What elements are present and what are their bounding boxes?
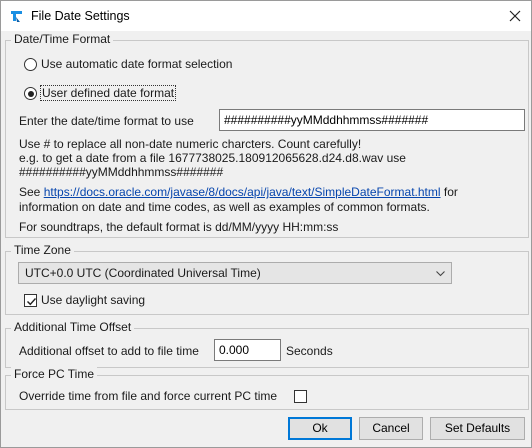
close-button[interactable] bbox=[499, 3, 531, 29]
offset-label: Additional offset to add to file time bbox=[19, 344, 199, 358]
force-pc-time-checkbox[interactable] bbox=[294, 390, 307, 403]
help-text-line3: ##########yyMMddhhmmss####### bbox=[19, 165, 224, 179]
app-logo-icon bbox=[9, 8, 25, 24]
time-zone-value: UTC+0.0 UTC (Coordinated Universal Time) bbox=[25, 266, 261, 280]
additional-offset-title: Additional Time Offset bbox=[11, 320, 135, 335]
simpledateformat-link[interactable]: https://docs.oracle.com/javase/8/docs/ap… bbox=[44, 185, 441, 199]
cancel-button[interactable]: Cancel bbox=[359, 417, 423, 440]
offset-input[interactable]: 0.000 bbox=[214, 339, 281, 361]
force-pc-time-panel: Force PC Time Override time from file an… bbox=[5, 367, 529, 410]
dialog-body: Date/Time Format Use automatic date form… bbox=[0, 31, 532, 448]
help-text-line2: e.g. to get a date from a file 167773802… bbox=[19, 151, 406, 165]
user-format-radio[interactable] bbox=[24, 87, 37, 100]
see-reference-line2: information on date and time codes, as w… bbox=[19, 200, 430, 214]
help-text-line1: Use # to replace all non-date numeric ch… bbox=[19, 137, 362, 151]
daylight-saving-checkbox[interactable] bbox=[24, 294, 37, 307]
window-title: File Date Settings bbox=[31, 9, 130, 23]
user-format-label[interactable]: User defined date format bbox=[39, 85, 177, 101]
time-zone-title: Time Zone bbox=[11, 243, 74, 258]
date-format-input[interactable]: ##########yyMMddhhmmss####### bbox=[219, 109, 525, 131]
additional-offset-panel: Additional Time Offset Additional offset… bbox=[5, 320, 529, 368]
auto-format-radio[interactable] bbox=[24, 58, 37, 71]
close-icon bbox=[509, 10, 521, 22]
title-bar[interactable]: File Date Settings bbox=[0, 0, 532, 31]
soundtraps-note: For soundtraps, the default format is dd… bbox=[19, 220, 339, 234]
time-zone-select[interactable]: UTC+0.0 UTC (Coordinated Universal Time) bbox=[18, 262, 452, 284]
chevron-down-icon bbox=[436, 271, 445, 277]
see-prefix: See bbox=[19, 185, 44, 199]
set-defaults-button[interactable]: Set Defaults bbox=[430, 417, 525, 440]
format-field-label: Enter the date/time format to use bbox=[19, 114, 194, 128]
date-time-format-panel: Date/Time Format Use automatic date form… bbox=[5, 32, 529, 238]
ok-button[interactable]: Ok bbox=[288, 417, 352, 440]
force-pc-time-label: Override time from file and force curren… bbox=[19, 389, 278, 403]
see-reference-line: See https://docs.oracle.com/javase/8/doc… bbox=[19, 185, 458, 199]
auto-format-label[interactable]: Use automatic date format selection bbox=[41, 57, 232, 71]
see-suffix: for bbox=[440, 185, 458, 199]
time-zone-panel: Time Zone UTC+0.0 UTC (Coordinated Unive… bbox=[5, 243, 529, 315]
daylight-saving-label[interactable]: Use daylight saving bbox=[41, 293, 145, 307]
offset-unit: Seconds bbox=[286, 344, 333, 358]
date-time-format-title: Date/Time Format bbox=[11, 32, 114, 47]
force-pc-time-title: Force PC Time bbox=[11, 367, 98, 382]
checkmark-icon bbox=[27, 298, 37, 306]
